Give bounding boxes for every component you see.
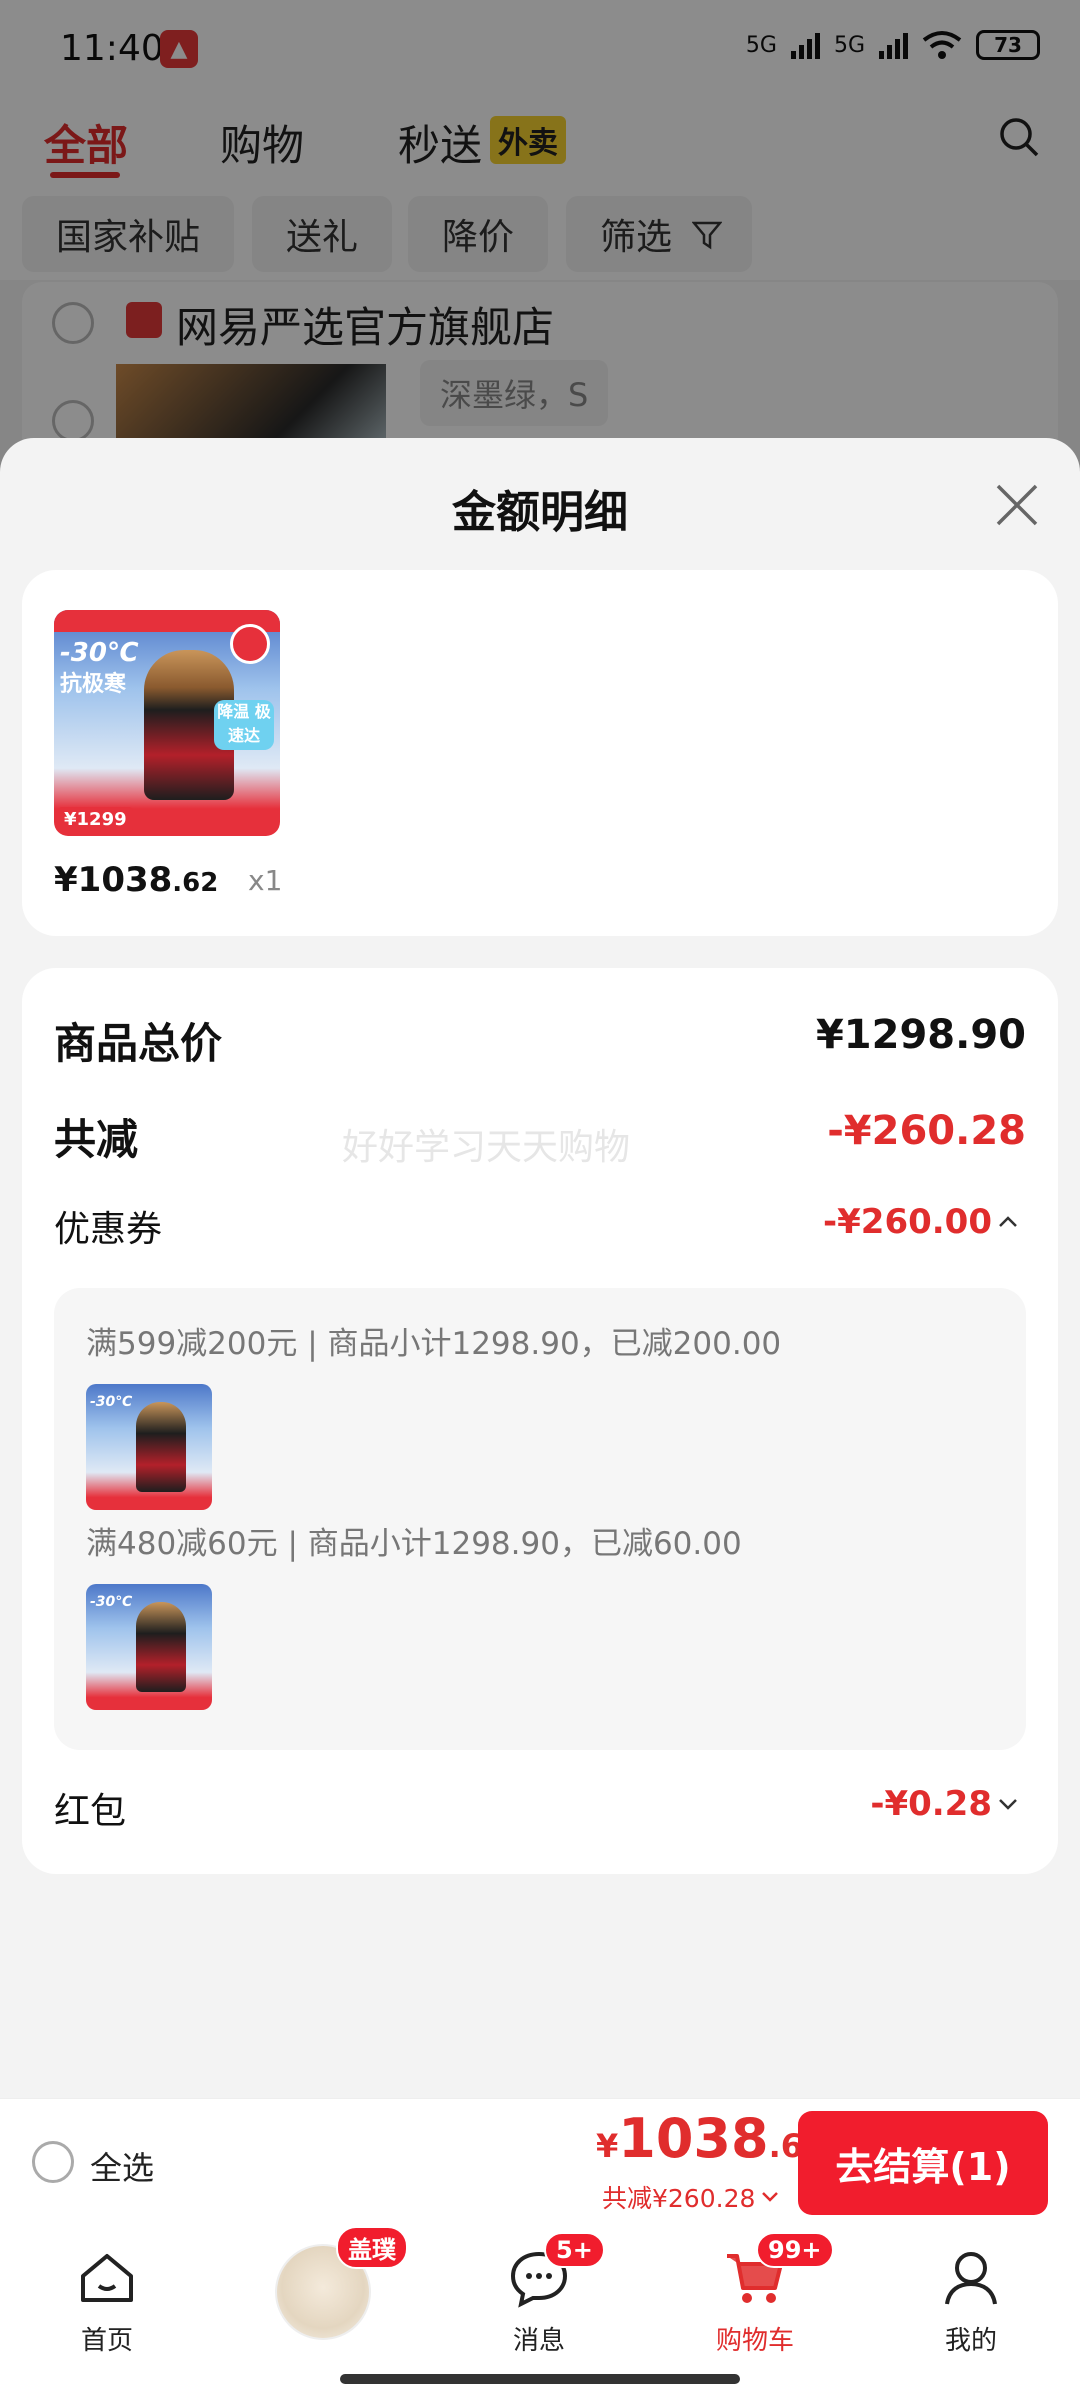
coupon-list: 满599减200元 | 商品小计1298.90，已减200.00 -30℃ 满4… [54,1288,1026,1750]
nav-cart-label: 购物车 [715,2326,794,2356]
nav-messages-label: 消息 [512,2326,565,2356]
coupon-toggle[interactable]: -¥260.00 [823,1202,1018,1242]
product-image-headline: -30℃ [60,638,139,668]
select-all-label[interactable]: 全选 [90,2143,154,2189]
nav-profile[interactable]: 我的 [896,2246,1046,2357]
coupon-item-text: 满599减200元 | 商品小计1298.90，已减200.00 [86,1326,782,1362]
coupon-value: -¥260.00 [823,1202,992,1242]
watermark-text: 好好学习天天购物 [342,1127,631,1168]
nav-home-label: 首页 [80,2326,133,2356]
checkout-total-price: ¥1038.62 [596,2107,826,2170]
checkout-button[interactable]: 去结算(1) [798,2111,1048,2215]
coupon-item-thumbnail: -30℃ [86,1384,212,1510]
nav-profile-label: 我的 [944,2326,997,2356]
product-image-price: ¥1299 [58,807,133,832]
sheet-title: 金额明细 [452,487,628,538]
coupon-label: 优惠券 [54,1209,163,1250]
messages-badge: 5+ [544,2232,605,2268]
nav-ad-badge: 盖璞 [336,2226,408,2269]
product-image-bubble: 降温 极速达 [214,700,274,750]
checkout-reduce-text: 共减¥260.28 [602,2184,756,2213]
selected-check-icon [230,624,270,664]
total-value: ¥1298.90 [815,1012,1026,1058]
hongbao-toggle[interactable]: -¥0.28 [870,1784,1018,1824]
coupon-item-thumbnail: -30℃ [86,1584,212,1710]
total-label: 商品总价 [54,1019,223,1068]
reduce-label: 共减 [54,1115,139,1164]
checkout-reduce-toggle[interactable]: 共减¥260.28 [602,2179,779,2215]
chevron-down-icon [999,1799,1017,1810]
hongbao-value: -¥0.28 [870,1784,992,1824]
profile-icon [945,2252,997,2305]
chevron-down-icon [762,2192,779,2202]
select-all-radio[interactable] [32,2141,74,2183]
coupon-item-text: 满480减60元 | 商品小计1298.90，已减60.00 [86,1526,742,1562]
reduce-value: -¥260.28 [827,1108,1026,1154]
cart-badge: 99+ [756,2232,834,2268]
amount-detail-sheet: 金额明细 -30℃ 抗极寒 降温 极速达 ¥1299 ¥1038.62 x1 商… [0,438,1080,2098]
home-icon [81,2254,133,2302]
checkout-bar: 全选 ¥1038.62 共减¥260.28 去结算(1) [0,2098,1080,2226]
item-quantity: x1 [248,864,283,897]
product-image: -30℃ 抗极寒 降温 极速达 ¥1299 [54,610,280,836]
hongbao-label: 红包 [54,1791,127,1832]
close-icon[interactable] [992,480,1042,530]
nav-home[interactable]: 首页 [32,2246,182,2357]
home-indicator[interactable] [340,2374,740,2384]
product-image-subline: 抗极寒 [60,672,127,697]
chevron-up-icon [999,1216,1017,1227]
item-price: ¥1038.62 [54,860,219,900]
price-detail-card: 商品总价 ¥1298.90 共减 好好学习天天购物 -¥260.28 优惠券 -… [22,968,1058,1874]
items-card: -30℃ 抗极寒 降温 极速达 ¥1299 ¥1038.62 x1 [22,570,1058,936]
